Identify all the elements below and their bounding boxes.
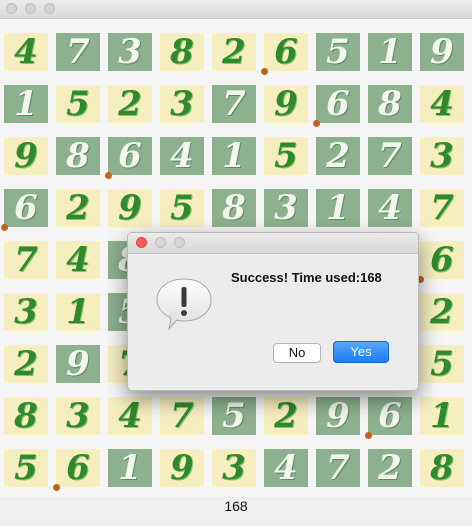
board-cell[interactable]: 1 [212,137,256,175]
board-cell[interactable]: 3 [212,449,256,487]
minimize-window-button[interactable] [25,3,36,14]
board-cell[interactable]: 6 [420,241,464,279]
window-titlebar [0,0,472,19]
board-cell[interactable]: 9 [4,137,48,175]
board-cell[interactable]: 5 [212,397,256,435]
board-cell[interactable]: 2 [4,345,48,383]
board-cell[interactable]: 1 [108,449,152,487]
alert-exclamation-icon [155,277,213,336]
dialog-close-button[interactable] [136,237,147,248]
success-dialog: Success! Time used:168 No Yes [127,232,419,391]
board-cell[interactable]: 8 [4,397,48,435]
board-cell[interactable]: 1 [420,397,464,435]
board-cell[interactable]: 1 [316,189,360,227]
board-cell[interactable]: 9 [316,397,360,435]
marker-dot [365,432,372,439]
marker-dot [53,484,60,491]
board-cell[interactable]: 9 [108,189,152,227]
board-cell[interactable]: 7 [4,241,48,279]
board-cell[interactable]: 3 [264,189,308,227]
board-cell[interactable]: 8 [56,137,100,175]
board-cell[interactable]: 1 [56,293,100,331]
board-cell[interactable]: 5 [420,345,464,383]
board-cell[interactable]: 4 [160,137,204,175]
board-cell[interactable]: 4 [264,449,308,487]
board-cell[interactable]: 9 [160,449,204,487]
board-cell[interactable]: 2 [108,85,152,123]
board-cell[interactable]: 5 [4,449,48,487]
board-cell[interactable]: 4 [56,241,100,279]
no-button[interactable]: No [273,343,321,363]
close-window-button[interactable] [6,3,17,14]
marker-dot [261,68,268,75]
board-cell[interactable]: 6 [4,189,48,227]
dialog-message: Success! Time used:168 [231,270,382,285]
board-cell[interactable]: 7 [368,137,412,175]
board-cell[interactable]: 5 [264,137,308,175]
board-cell[interactable]: 3 [108,33,152,71]
board-cell[interactable]: 6 [264,33,308,71]
board-cell[interactable]: 1 [4,85,48,123]
board-cell[interactable]: 4 [368,189,412,227]
board-cell[interactable]: 3 [420,137,464,175]
board-cell[interactable]: 6 [368,397,412,435]
dialog-zoom-button [174,237,185,248]
marker-dot [1,224,8,231]
board-cell[interactable]: 2 [368,449,412,487]
board-cell[interactable]: 7 [316,449,360,487]
time-status-label: 168 [224,498,248,514]
board-cell[interactable]: 4 [108,397,152,435]
marker-dot [105,172,112,179]
board-cell[interactable]: 4 [420,85,464,123]
board-cell[interactable]: 5 [316,33,360,71]
board-cell[interactable]: 2 [56,189,100,227]
board-cell[interactable]: 8 [212,189,256,227]
board-cell[interactable]: 2 [264,397,308,435]
board-cell[interactable]: 6 [316,85,360,123]
yes-button[interactable]: Yes [333,341,389,363]
board-cell[interactable]: 6 [108,137,152,175]
board-cell[interactable]: 7 [56,33,100,71]
board-cell[interactable]: 2 [212,33,256,71]
board-cell[interactable]: 9 [420,33,464,71]
board-cell[interactable]: 6 [56,449,100,487]
board-cell[interactable]: 8 [368,85,412,123]
board-cell[interactable]: 3 [56,397,100,435]
marker-dot [313,120,320,127]
board-cell[interactable]: 3 [4,293,48,331]
board-cell[interactable]: 3 [160,85,204,123]
board-cell[interactable]: 9 [56,345,100,383]
board-cell[interactable]: 9 [264,85,308,123]
board-cell[interactable]: 2 [420,293,464,331]
board-cell[interactable]: 7 [212,85,256,123]
board-cell[interactable]: 1 [368,33,412,71]
board-cell[interactable]: 5 [160,189,204,227]
dialog-minimize-button [155,237,166,248]
dialog-titlebar [128,233,418,254]
board-cell[interactable]: 7 [420,189,464,227]
board-cell[interactable]: 7 [160,397,204,435]
board-cell[interactable]: 8 [160,33,204,71]
board-cell[interactable]: 8 [420,449,464,487]
zoom-window-button[interactable] [44,3,55,14]
board-cell[interactable]: 4 [4,33,48,71]
board-cell[interactable]: 5 [56,85,100,123]
board-cell[interactable]: 2 [316,137,360,175]
